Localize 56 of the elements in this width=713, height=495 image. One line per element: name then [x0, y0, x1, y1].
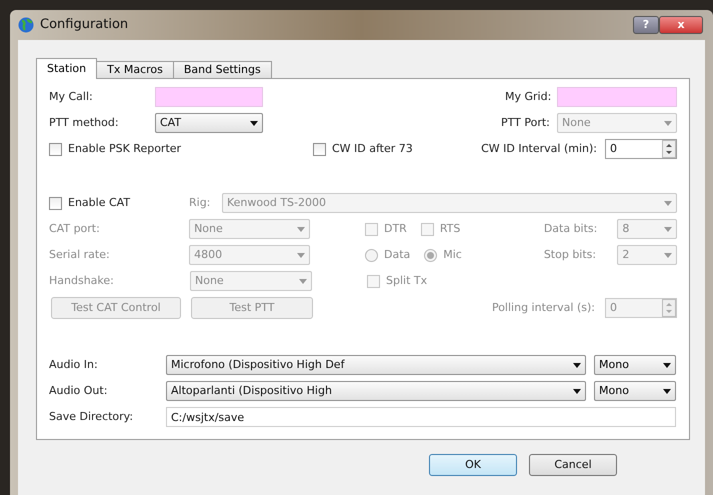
field-label: Handshake:	[49, 272, 115, 289]
dropdown[interactable]: Altoparlanti (Dispositivo High	[166, 381, 586, 401]
caret-icon	[664, 120, 672, 126]
spin-box[interactable]: 0	[605, 139, 677, 159]
caret-icon	[297, 226, 306, 232]
dropdown[interactable]: Microfono (Dispositivo High Def	[166, 355, 586, 375]
caret-icon	[299, 278, 307, 284]
channel-dropdown[interactable]: Mono	[594, 381, 676, 401]
field-label: Rig:	[189, 194, 212, 211]
checkbox[interactable]	[313, 142, 326, 156]
caret-icon	[573, 362, 581, 368]
field-label: My Grid:	[505, 88, 552, 105]
my-grid-input[interactable]	[557, 87, 677, 107]
caret-icon	[663, 388, 671, 394]
field-label: Polling interval (s):	[492, 300, 595, 316]
checkbox-label: CW ID after 73	[332, 140, 413, 157]
globe-icon	[18, 17, 34, 33]
caret-icon	[664, 226, 672, 232]
tab[interactable]: Band Settings	[172, 61, 272, 79]
field-label: PTT Port:	[501, 114, 551, 131]
tab[interactable]: Tx Macros	[96, 61, 174, 79]
checkbox-label: RTS	[440, 220, 460, 237]
caret-icon	[573, 388, 581, 394]
field-label: CAT port:	[49, 220, 101, 237]
cancel-button[interactable]: Cancel	[529, 454, 617, 476]
checkbox[interactable]	[49, 196, 62, 210]
caret-icon	[250, 120, 258, 126]
caret-icon	[297, 252, 306, 258]
caret-icon	[664, 252, 672, 258]
field-label: Data bits:	[544, 220, 598, 237]
field-label: Save Directory:	[49, 408, 134, 425]
field-label: Audio Out:	[49, 382, 108, 399]
window-title: Configuration	[40, 16, 128, 34]
radio-label: Mic	[443, 246, 462, 263]
my-call-input[interactable]	[155, 87, 263, 107]
checkbox-label: DTR	[384, 220, 407, 237]
channel-dropdown[interactable]: Mono	[594, 355, 676, 375]
field-label: Stop bits:	[544, 246, 598, 263]
field-label: PTT method:	[49, 114, 120, 131]
checkbox[interactable]	[49, 142, 62, 156]
dropdown[interactable]: CAT	[155, 113, 263, 133]
checkbox-label: Split Tx	[386, 272, 428, 289]
save-directory-input[interactable]: C:/wsjtx/save	[166, 407, 676, 427]
checkbox-label: Enable CAT	[68, 194, 130, 211]
caret-icon	[664, 200, 672, 206]
checkbox-label: Enable PSK Reporter	[68, 140, 182, 157]
field-label: CW ID Interval (min):	[481, 140, 597, 157]
ok-button[interactable]: OK	[429, 454, 517, 476]
close-button[interactable]: x	[659, 16, 703, 34]
field-label: Audio In:	[49, 356, 99, 373]
field-label: My Call:	[49, 88, 94, 105]
field-label: Serial rate:	[49, 246, 111, 263]
spinner-arrows-icon[interactable]	[662, 140, 676, 158]
radio-label: Data	[384, 246, 410, 263]
caret-icon	[663, 362, 671, 368]
tab[interactable]: Station	[36, 58, 98, 79]
